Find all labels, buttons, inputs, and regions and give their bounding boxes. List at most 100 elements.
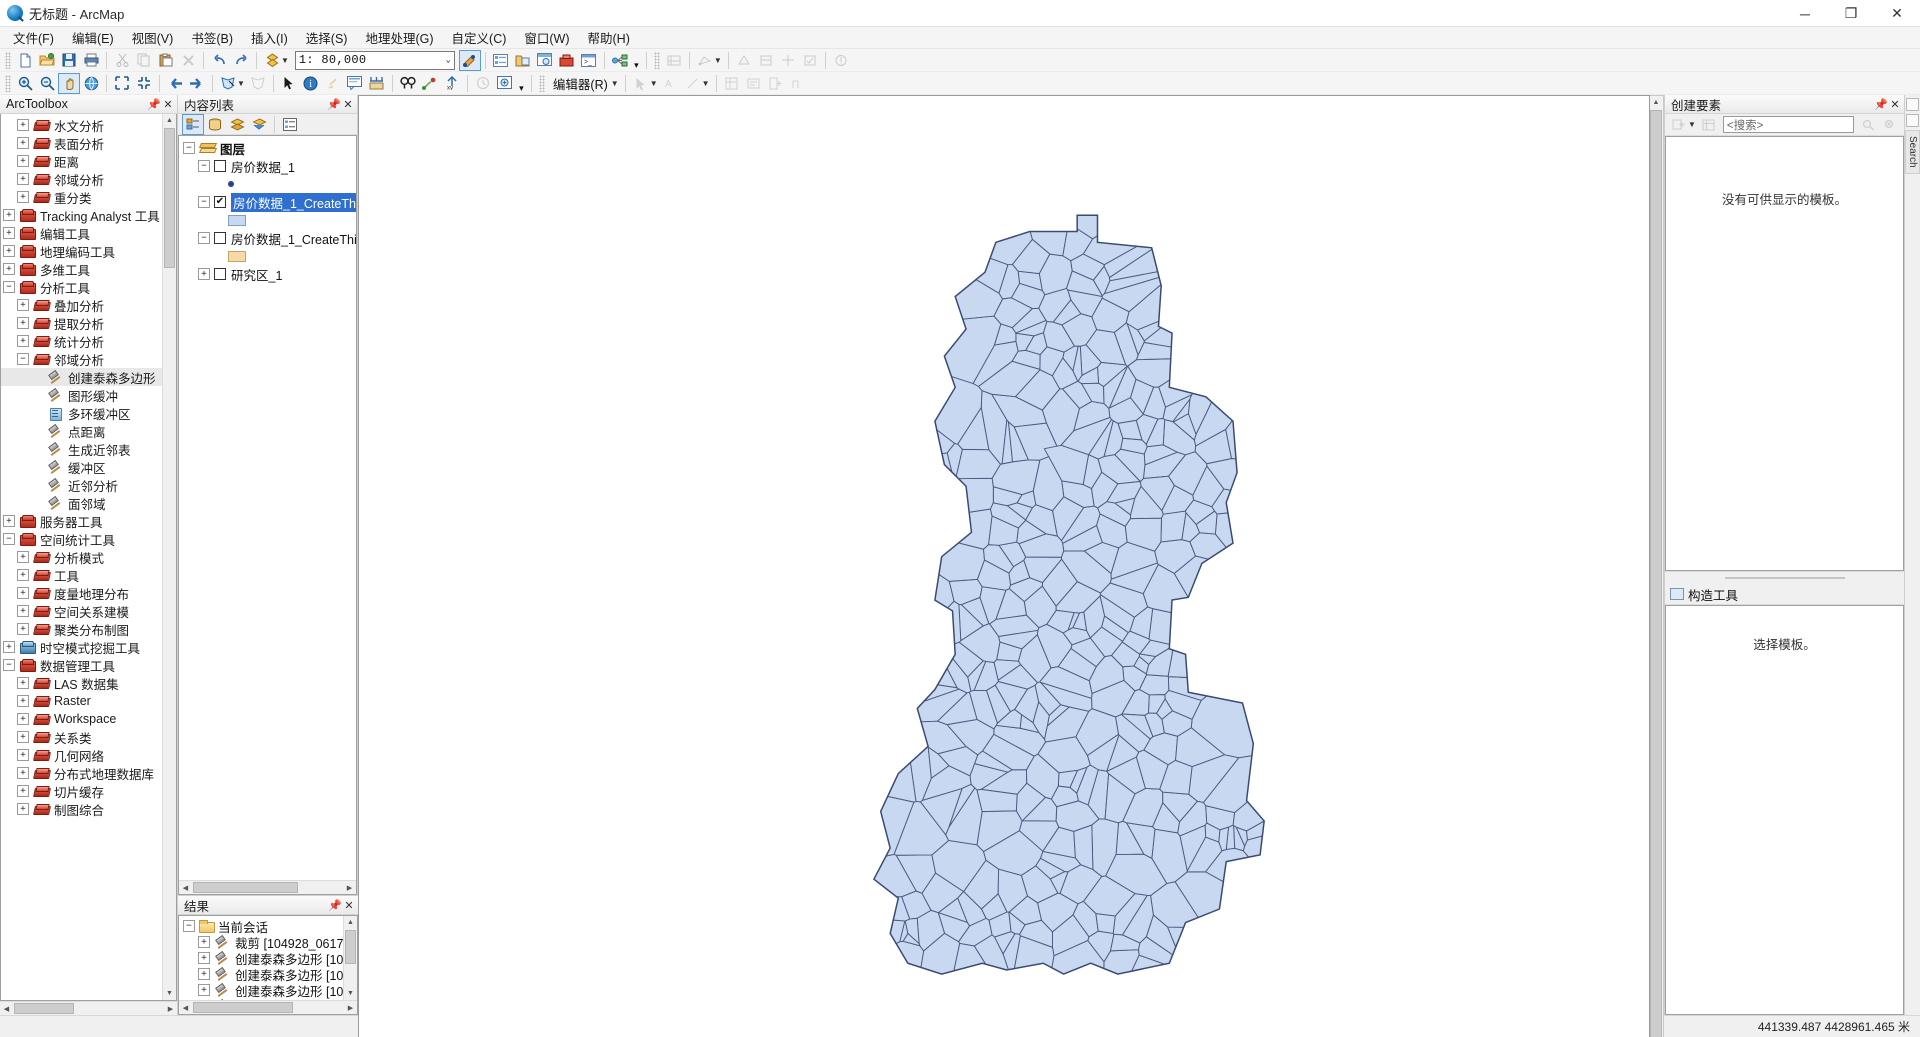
- expand-icon[interactable]: +: [17, 119, 29, 131]
- scroll-down-icon[interactable]: ▼: [344, 987, 357, 1000]
- scroll-up-icon[interactable]: ▲: [344, 916, 357, 929]
- scroll-up-icon[interactable]: ▲: [1650, 96, 1662, 109]
- toolbox-tree-item[interactable]: + 度量地理分布: [1, 584, 165, 602]
- menu-help[interactable]: 帮助(H): [579, 25, 639, 50]
- catalog-icon[interactable]: [512, 50, 534, 71]
- construct-features-icon[interactable]: [733, 50, 755, 71]
- copy-icon[interactable]: [133, 50, 155, 71]
- open-folder-icon[interactable]: [36, 50, 58, 71]
- toolbox-tree-item[interactable]: + 多维工具: [1, 260, 165, 278]
- arctoolbox-vertical-scrollbar[interactable]: ▲ ▼: [162, 114, 176, 1000]
- toolbox-tree-item[interactable]: − 邻域分析: [1, 350, 165, 368]
- expand-icon[interactable]: +: [3, 227, 15, 239]
- add-data-icon[interactable]: [261, 50, 283, 71]
- menu-customize[interactable]: 自定义(C): [443, 25, 516, 50]
- toolbox-tree-item[interactable]: 创建泰森多边形: [1, 368, 165, 386]
- straight-segment-icon[interactable]: [682, 73, 704, 94]
- toolbox-tree-item[interactable]: 近邻分析: [1, 476, 165, 494]
- select-elements-icon[interactable]: [278, 73, 300, 94]
- error-inspector-icon[interactable]: [830, 50, 852, 71]
- toolbox-tree-item[interactable]: + 地理编码工具: [1, 242, 165, 260]
- arctoolbox-tree[interactable]: + 水文分析 + 表面分析 + 距离 + 邻域分析 + 重分类 + Tracking Analyst …: [0, 114, 177, 1001]
- expand-icon[interactable]: +: [3, 515, 15, 527]
- topology-edit-icon[interactable]: [694, 50, 716, 71]
- editor-menu-label[interactable]: 编辑器(R): [548, 74, 613, 93]
- toolbar-overflow-icon[interactable]: ▾: [516, 73, 527, 94]
- expand-icon[interactable]: +: [198, 268, 210, 280]
- collapse-icon[interactable]: −: [198, 160, 210, 172]
- list-by-selection-icon[interactable]: [248, 114, 270, 135]
- toolbox-tree-item[interactable]: + 邻域分析: [1, 170, 165, 188]
- splitter-handle[interactable]: [1724, 577, 1845, 579]
- expand-icon[interactable]: +: [17, 299, 29, 311]
- collapse-icon[interactable]: −: [198, 232, 210, 244]
- expand-icon[interactable]: +: [3, 245, 15, 257]
- toolbox-tree-item[interactable]: 图形缓冲: [1, 386, 165, 404]
- expand-icon[interactable]: +: [17, 749, 29, 761]
- expand-icon[interactable]: +: [3, 209, 15, 221]
- undo-icon[interactable]: [208, 50, 230, 71]
- expand-icon[interactable]: +: [17, 137, 29, 149]
- collapse-icon[interactable]: −: [3, 281, 15, 293]
- collapse-icon[interactable]: −: [198, 196, 210, 208]
- close-button[interactable]: ✕: [1874, 0, 1920, 27]
- results-tree[interactable]: −当前会话+裁剪 [104928_06172023]+创建泰森多边形 [1041…: [178, 915, 358, 1015]
- map-canvas[interactable]: [358, 95, 1650, 1037]
- toolbox-tree-item[interactable]: + LAS 数据集: [1, 674, 165, 692]
- scroll-right-icon[interactable]: ▶: [164, 1002, 177, 1015]
- scroll-down-icon[interactable]: ▼: [163, 987, 176, 1000]
- expand-icon[interactable]: +: [198, 952, 210, 964]
- list-by-drawing-order-icon[interactable]: [182, 113, 204, 135]
- toolbox-tree-item[interactable]: + 制图综合: [1, 800, 165, 818]
- close-icon[interactable]: ✕: [161, 96, 175, 112]
- search-tab[interactable]: Search: [1905, 130, 1920, 174]
- menu-bookmarks[interactable]: 书签(B): [182, 25, 242, 50]
- validate-topology-icon[interactable]: [799, 50, 821, 71]
- catalog-tab-icon[interactable]: [1906, 98, 1919, 111]
- snapping-icon[interactable]: [787, 73, 809, 94]
- toolbar-grip[interactable]: [5, 74, 11, 92]
- clear-selection-icon[interactable]: [247, 73, 269, 94]
- arctoolbox-horizontal-scrollbar[interactable]: ◀ ▶: [0, 1001, 177, 1015]
- toc-layer-row[interactable]: − 房价数据_1: [179, 157, 356, 175]
- toolbox-tree-item[interactable]: + 关系类: [1, 728, 165, 746]
- create-viewer-window-icon[interactable]: [494, 73, 516, 94]
- close-icon[interactable]: ✕: [342, 897, 356, 913]
- pin-icon[interactable]: 📌: [327, 96, 341, 112]
- map-vertical-scrollbar[interactable]: ▲ ▼: [1650, 95, 1664, 1037]
- zoom-out-icon[interactable]: [36, 73, 58, 94]
- search-go-icon[interactable]: [1857, 114, 1879, 135]
- toolbox-tree-item[interactable]: + 统计分析: [1, 332, 165, 350]
- toolbox-tree-item[interactable]: + 距离: [1, 152, 165, 170]
- toolbar-grip[interactable]: [538, 74, 545, 92]
- toolbox-tree-item[interactable]: + Tracking Analyst 工具: [1, 206, 165, 224]
- zoom-in-icon[interactable]: [14, 73, 36, 94]
- expand-icon[interactable]: +: [17, 785, 29, 797]
- clear-search-icon[interactable]: [1879, 114, 1901, 135]
- toolbox-tree-item[interactable]: + 切片缓存: [1, 782, 165, 800]
- forward-extent-icon[interactable]: [186, 73, 208, 94]
- expand-icon[interactable]: +: [17, 551, 29, 563]
- expand-icon[interactable]: +: [17, 803, 29, 815]
- find-route-icon[interactable]: [419, 73, 441, 94]
- collapse-icon[interactable]: −: [3, 533, 15, 545]
- close-icon[interactable]: ✕: [341, 96, 355, 112]
- menu-insert[interactable]: 插入(I): [242, 25, 297, 50]
- layer-visibility-checkbox[interactable]: [214, 232, 226, 244]
- map-scale-combobox[interactable]: 1: 80,000 ⌄: [294, 50, 455, 70]
- topology-icon[interactable]: [663, 50, 685, 71]
- minimize-button[interactable]: ─: [1782, 0, 1828, 27]
- scroll-right-icon[interactable]: ▶: [343, 881, 356, 894]
- select-features-icon[interactable]: [217, 73, 239, 94]
- find-icon[interactable]: [397, 73, 419, 94]
- expand-icon[interactable]: +: [17, 605, 29, 617]
- expand-icon[interactable]: +: [17, 767, 29, 779]
- expand-icon[interactable]: +: [198, 936, 210, 948]
- toolbox-tree-item[interactable]: + 提取分析: [1, 314, 165, 332]
- collapse-icon[interactable]: −: [17, 353, 29, 365]
- scrollbar-thumb[interactable]: [164, 128, 175, 268]
- close-icon[interactable]: ✕: [1888, 96, 1902, 112]
- scroll-left-icon[interactable]: ◀: [0, 1002, 13, 1015]
- toolbox-tree-item[interactable]: + 重分类: [1, 188, 165, 206]
- expand-icon[interactable]: +: [17, 335, 29, 347]
